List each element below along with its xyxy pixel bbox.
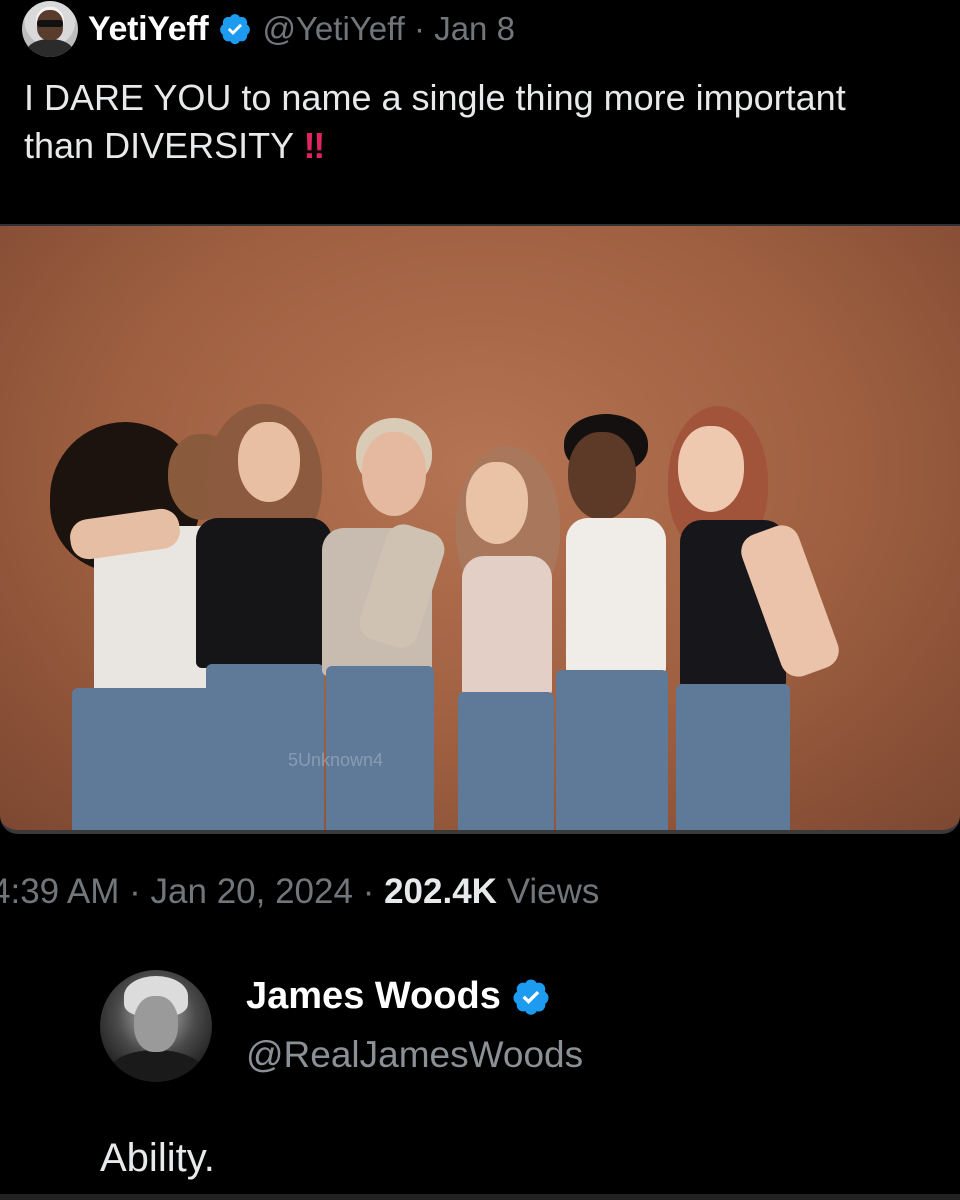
reply-text: Ability. (100, 1136, 215, 1180)
tweet-image[interactable]: 5Unknown4 (0, 224, 960, 834)
reply-avatar-coat (110, 1050, 202, 1082)
tweet-time[interactable]: 4:39 AM (0, 872, 119, 911)
double-exclamation-icon: ‼ (303, 125, 325, 166)
tweet-display-name[interactable]: YetiYeff (88, 10, 209, 49)
bottom-divider (0, 1194, 960, 1200)
image-watermark: 5Unknown4 (288, 750, 384, 770)
views-label: Views (506, 872, 600, 911)
reply-name-row: James Woods (246, 975, 551, 1018)
verified-badge-icon (220, 14, 251, 45)
reply-avatar-face (134, 996, 178, 1052)
tweet-text: I DARE YOU to name a single thing more i… (24, 74, 924, 170)
reply-display-name[interactable]: James Woods (246, 975, 501, 1018)
tweet-handle[interactable]: @YetiYeff (262, 10, 404, 47)
avatar-glasses (37, 20, 63, 27)
tweet-handle-date: @YetiYeff · Jan 8 (262, 10, 515, 48)
reply-avatar[interactable] (100, 970, 212, 1082)
reply-handle[interactable]: @RealJamesWoods (246, 1034, 583, 1076)
tweet-meta-line: 4:39 AM · Jan 20, 2024 · 202.4K Views (0, 872, 960, 912)
tweet-header: YetiYeff @YetiYeff · Jan 8 (22, 0, 515, 58)
separator-dot: · (129, 872, 151, 911)
tweet-full-date[interactable]: Jan 20, 2024 (151, 872, 353, 911)
avatar-shoulders (27, 39, 73, 57)
tweet-body: I DARE YOU to name a single thing more i… (24, 77, 846, 166)
separator-dot: · (414, 10, 435, 47)
separator-dot: · (362, 872, 385, 911)
views-count[interactable]: 202.4K (384, 872, 497, 911)
tweet-date[interactable]: Jan 8 (434, 10, 515, 47)
avatar[interactable] (22, 1, 78, 57)
verified-badge-icon (513, 979, 549, 1015)
